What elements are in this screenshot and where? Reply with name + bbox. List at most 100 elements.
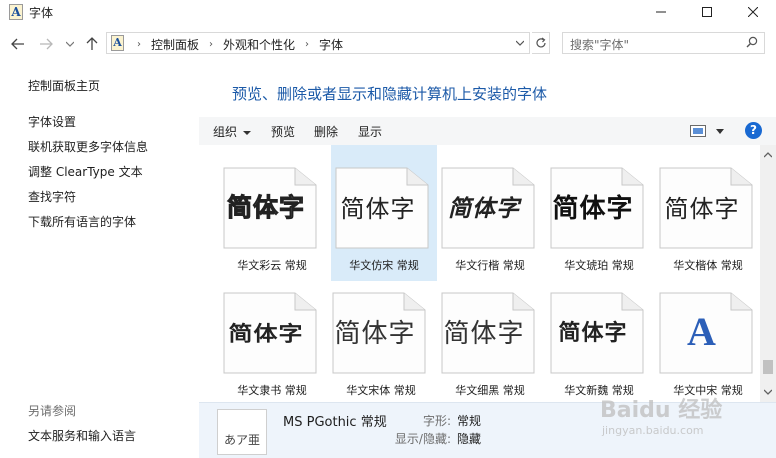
font-sample-text: A [687, 308, 717, 354]
font-style-value: 常规 [457, 414, 482, 428]
organize-button[interactable]: 组织 [213, 123, 252, 140]
font-tile-label: 华文楷体 常规 [673, 259, 743, 272]
minimize-button[interactable] [638, 0, 684, 24]
scrollbar-thumb[interactable] [763, 360, 773, 374]
title-bar: A 字体 [0, 0, 776, 26]
control-panel-home-link[interactable]: 控制面板主页 [28, 77, 100, 94]
address-dropdown-button[interactable] [513, 36, 527, 50]
preview-button[interactable]: 预览 [271, 123, 295, 140]
details-pane: あア亜 MS PGothic 常规 字形: 常规 显示/隐藏: 隐藏 [199, 402, 776, 458]
breadcrumb-separator[interactable]: › [203, 39, 219, 50]
help-button[interactable]: ? [745, 122, 762, 139]
font-sample-text: 简体字 [448, 196, 520, 222]
back-arrow-icon [11, 38, 24, 50]
fonts-folder-icon: A [111, 35, 124, 51]
up-button[interactable] [84, 36, 100, 52]
font-tile[interactable]: 简体字华文彩云 常规 [211, 159, 317, 279]
breadcrumb-separator[interactable]: › [299, 39, 315, 50]
chevron-down-icon [516, 40, 524, 46]
scroll-up-icon [764, 152, 772, 158]
address-bar[interactable]: A › 控制面板 › 外观和个性化 › 字体 [106, 32, 530, 54]
font-sample-text: 简体字 [443, 318, 525, 349]
font-preview-thumbnail: あア亜 [217, 409, 267, 455]
forward-button[interactable] [38, 36, 54, 52]
font-file-icon: 简体字 [332, 292, 426, 374]
font-sample-text: 简体字 [226, 193, 305, 223]
find-character-link[interactable]: 查找字符 [28, 188, 76, 205]
font-file-icon: 简体字 [441, 167, 535, 249]
font-tile-label: 华文宋体 常规 [346, 384, 416, 397]
maximize-button[interactable] [684, 0, 730, 24]
see-also-heading: 另请参阅 [28, 404, 77, 418]
refresh-button[interactable] [532, 32, 550, 54]
font-tile[interactable]: 简体字华文细黑 常规 [429, 284, 535, 402]
font-file-icon: 简体字 [335, 167, 429, 249]
refresh-icon [535, 37, 546, 48]
breadcrumb-separator[interactable]: › [131, 39, 147, 50]
font-file-icon: 简体字 [550, 292, 644, 374]
breadcrumb-appearance[interactable]: 外观和个性化 [219, 36, 299, 53]
cleartype-link[interactable]: 调整 ClearType 文本 [28, 163, 143, 180]
organize-label: 组织 [213, 125, 238, 139]
chevron-down-icon [66, 41, 74, 47]
font-tile-label: 华文细黑 常规 [455, 384, 525, 397]
font-tile-label: 华文琥珀 常规 [564, 259, 634, 272]
font-tile-label: 华文彩云 常规 [237, 259, 307, 272]
font-tile-label: 华文仿宋 常规 [349, 259, 419, 272]
font-style-key: 字形: [422, 414, 451, 428]
font-sample-text: 简体字 [340, 194, 416, 223]
show-button[interactable]: 显示 [358, 123, 382, 140]
font-file-icon: 简体字 [223, 292, 317, 374]
maximize-icon [702, 7, 712, 17]
font-sample-text: 简体字 [228, 321, 304, 346]
online-font-info-link[interactable]: 联机获取更多字体信息 [28, 138, 148, 155]
left-pane: 控制面板主页 字体设置 联机获取更多字体信息 调整 ClearType 文本 查… [0, 60, 199, 458]
breadcrumb-control-panel[interactable]: 控制面板 [147, 36, 203, 53]
close-icon [748, 7, 758, 17]
font-tile-label: 华文中宋 常规 [673, 384, 743, 397]
back-button[interactable] [10, 36, 26, 52]
font-tile[interactable]: 简体字华文隶书 常规 [211, 284, 317, 402]
chevron-down-icon [243, 130, 252, 135]
search-icon [746, 36, 758, 48]
font-file-icon: 简体字 [223, 167, 317, 249]
breadcrumb-fonts[interactable]: 字体 [315, 36, 347, 53]
font-tile[interactable]: 简体字华文行楷 常规 [429, 159, 535, 279]
page-title: 预览、删除或者显示和隐藏计算机上安装的字体 [232, 85, 548, 103]
font-tile[interactable]: 简体字华文宋体 常规 [320, 284, 426, 402]
close-button[interactable] [730, 0, 776, 24]
breadcrumb: › 控制面板 › 外观和个性化 › 字体 [131, 36, 347, 53]
font-tile[interactable]: 简体字华文仿宋 常规 [331, 145, 437, 281]
font-file-icon: A [659, 292, 753, 374]
change-view-icon[interactable] [690, 125, 706, 137]
vertical-scrollbar[interactable] [760, 145, 776, 402]
font-settings-link[interactable]: 字体设置 [28, 113, 76, 130]
font-tile-label: 华文行楷 常规 [455, 259, 525, 272]
forward-arrow-icon [40, 38, 53, 50]
view-options-dropdown[interactable] [716, 129, 724, 134]
window-title: 字体 [29, 6, 54, 20]
font-tile[interactable]: 简体字华文新魏 常规 [538, 284, 644, 402]
font-tile[interactable]: 简体字华文楷体 常规 [647, 159, 753, 279]
delete-button[interactable]: 删除 [314, 123, 338, 140]
font-tile[interactable]: A 华文中宋 常规 [647, 284, 753, 402]
font-file-icon: 简体字 [659, 167, 753, 249]
font-grid: 常规 简体字华文彩云 常规简体字华文仿宋 常规简体字华文行楷 常规简体字华文琥珀… [199, 145, 760, 402]
font-file-icon: 简体字 [550, 167, 644, 249]
download-fonts-link[interactable]: 下载所有语言的字体 [28, 213, 136, 230]
font-tile-label: 华文隶书 常规 [237, 384, 307, 397]
font-sample-text: 简体字 [558, 321, 628, 346]
address-row: A › 控制面板 › 外观和个性化 › 字体 搜索"字体" [0, 28, 776, 60]
font-tile[interactable]: 简体字华文琥珀 常规 [538, 159, 644, 279]
font-sample-text: 简体字 [552, 193, 634, 224]
visibility-key: 显示/隐藏: [394, 432, 451, 446]
fonts-app-icon: A [9, 4, 23, 20]
font-file-icon: 简体字 [441, 292, 535, 374]
font-tile-label: 华文新魏 常规 [564, 384, 634, 397]
font-sample-text: 简体字 [334, 318, 416, 349]
text-services-link[interactable]: 文本服务和输入语言 [28, 427, 136, 444]
scroll-down-icon [764, 389, 772, 395]
recent-locations-button[interactable] [62, 36, 78, 52]
search-box[interactable]: 搜索"字体" [562, 32, 765, 54]
font-sample-text: 简体字 [664, 194, 740, 223]
